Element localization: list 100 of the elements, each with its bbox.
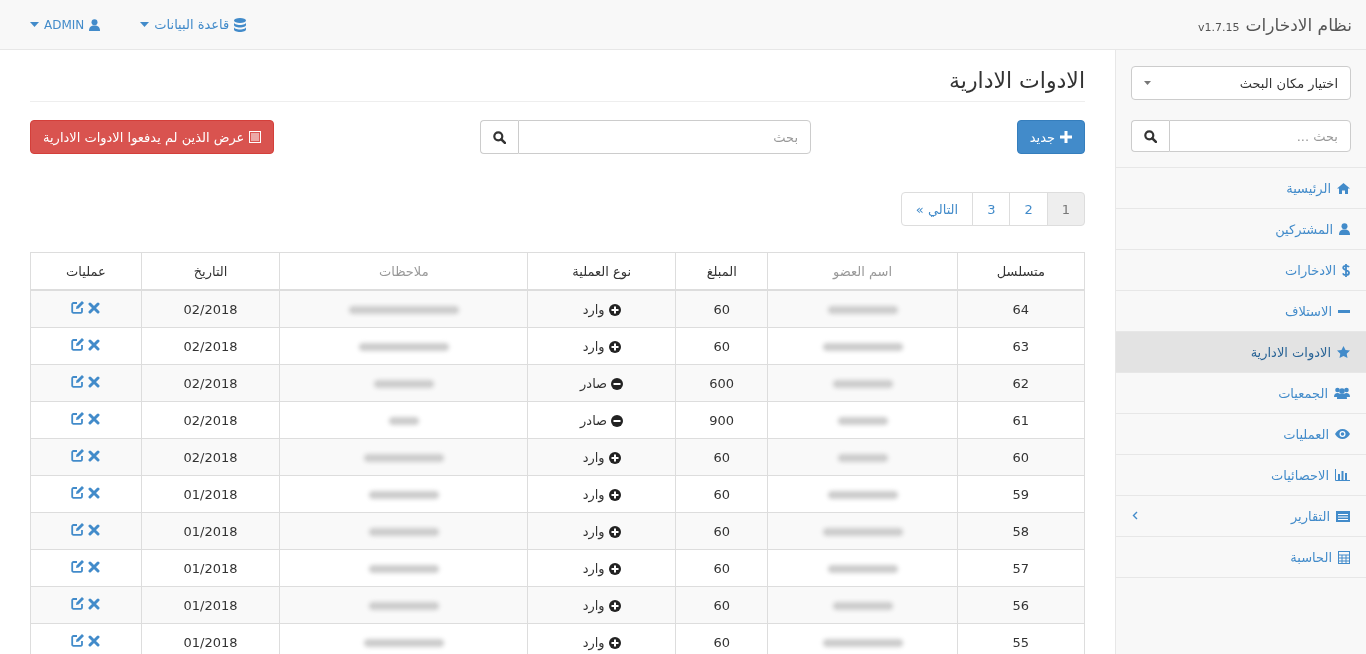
sidebar-item[interactable]: الادخارات [1116, 250, 1366, 291]
edit-icon[interactable] [71, 375, 85, 389]
table-cell: وارد [527, 438, 676, 476]
table-cell: 60 [675, 327, 768, 365]
table-cell: 02/2018 [141, 401, 280, 439]
plus-circle-icon [608, 304, 621, 316]
table-cell: 01/2018 [141, 586, 280, 624]
redacted-text [368, 491, 439, 499]
table-cell: 900 [675, 401, 768, 439]
delete-icon[interactable] [88, 486, 101, 499]
table-cell: وارد [527, 475, 676, 513]
eye-icon [1335, 429, 1350, 439]
table-cell: وارد [527, 512, 676, 550]
search-field[interactable]: بحث [518, 120, 811, 154]
delete-icon[interactable] [88, 449, 101, 462]
minus-icon [1338, 309, 1350, 313]
page-title: الادوات الادارية [30, 68, 1085, 102]
sidebar-item[interactable]: الرئيسية [1116, 168, 1366, 209]
search-button[interactable] [1131, 120, 1169, 152]
database-icon [234, 17, 247, 32]
table-cell: 02/2018 [141, 438, 280, 476]
sidebar-item[interactable]: العمليات [1116, 414, 1366, 455]
page-link[interactable]: التالي » [900, 192, 974, 226]
delete-icon[interactable] [88, 634, 101, 647]
table-cell: 02/2018 [141, 364, 280, 402]
table-cell: 60 [675, 549, 768, 587]
list-icon [1336, 510, 1350, 522]
edit-icon[interactable] [71, 486, 85, 500]
edit-icon[interactable] [71, 634, 85, 648]
table-cell: 02/2018 [141, 290, 280, 328]
sidebar-item[interactable]: التقارير [1116, 496, 1366, 537]
app-title[interactable]: نظام الادخارات [1245, 14, 1352, 35]
minus-circle-icon [611, 378, 624, 390]
delete-icon[interactable] [88, 301, 101, 314]
edit-icon[interactable] [71, 338, 85, 352]
plus-circle-icon [608, 452, 621, 464]
version-label: v1.7.15 [1198, 20, 1240, 34]
sidebar-item[interactable]: الجمعيات [1116, 373, 1366, 414]
caret-icon [30, 22, 39, 27]
delete-icon[interactable] [88, 338, 101, 351]
sidebar-item[interactable]: الاحصائيات [1116, 455, 1366, 496]
plus-circle-icon [608, 563, 621, 575]
table-cell: 60 [675, 438, 768, 476]
delete-icon[interactable] [88, 412, 101, 425]
search-icon [1144, 129, 1157, 143]
redacted-text [388, 417, 419, 425]
redacted-text [832, 602, 893, 610]
plus-circle-icon [608, 600, 621, 612]
sidebar-item[interactable]: المشتركين [1116, 209, 1366, 250]
users-icon [1334, 387, 1350, 399]
database-menu[interactable]: قاعدة البيانات [140, 17, 247, 32]
sidebar-item[interactable]: الادوات الادارية [1116, 332, 1366, 373]
bar-chart-icon [1335, 469, 1350, 481]
table-cell: 56 [957, 586, 1085, 624]
sidebar-search-field[interactable]: بحث ... [1169, 120, 1351, 152]
search-scope-select[interactable]: اختيار مكان البحث [1131, 66, 1351, 100]
table-cell: 61 [957, 401, 1085, 439]
redacted-text [837, 417, 888, 425]
page-link[interactable]: 3 [972, 192, 1011, 226]
plus-icon [1060, 131, 1072, 143]
delete-icon[interactable] [88, 523, 101, 536]
edit-icon[interactable] [71, 560, 85, 574]
plus-circle-icon [608, 341, 621, 353]
user-icon [1339, 223, 1350, 235]
table-cell: 60 [675, 512, 768, 550]
table-cell: 63 [957, 327, 1085, 365]
edit-icon[interactable] [71, 412, 85, 426]
edit-icon[interactable] [71, 301, 85, 315]
table-cell: 02/2018 [141, 327, 280, 365]
delete-icon[interactable] [88, 560, 101, 573]
table-cell: 01/2018 [141, 549, 280, 587]
plus-circle-icon [608, 489, 621, 501]
edit-icon[interactable] [71, 597, 85, 611]
star-icon [1337, 346, 1350, 358]
page-link[interactable]: 1 [1046, 192, 1085, 226]
delete-icon[interactable] [88, 375, 101, 388]
table-cell: وارد [527, 549, 676, 587]
table-cell: 58 [957, 512, 1085, 550]
edit-icon[interactable] [71, 449, 85, 463]
delete-icon[interactable] [88, 597, 101, 610]
table-cell: 60 [675, 475, 768, 513]
edit-icon[interactable] [71, 523, 85, 537]
sidebar-item[interactable]: الحاسبة [1116, 537, 1366, 578]
dollar-icon [1342, 263, 1350, 277]
search-button[interactable] [480, 120, 518, 154]
table-cell: 64 [957, 290, 1085, 328]
table-cell: وارد [527, 327, 676, 365]
table-cell: 62 [957, 364, 1085, 402]
calculator-icon [1338, 550, 1350, 564]
table-cell: 600 [675, 364, 768, 402]
user-icon [89, 18, 101, 31]
unpaid-list-button[interactable]: عرض الذين لم يدفعوا الادوات الادارية [30, 120, 275, 154]
redacted-text [827, 491, 898, 499]
table-cell: وارد [527, 290, 676, 328]
page-link[interactable]: 2 [1009, 192, 1048, 226]
user-menu[interactable]: ADMIN [30, 17, 101, 32]
new-button[interactable]: جديد [1016, 120, 1085, 154]
table-cell: 60 [957, 438, 1085, 476]
table-cell: 01/2018 [141, 475, 280, 513]
plus-circle-icon [608, 526, 621, 538]
